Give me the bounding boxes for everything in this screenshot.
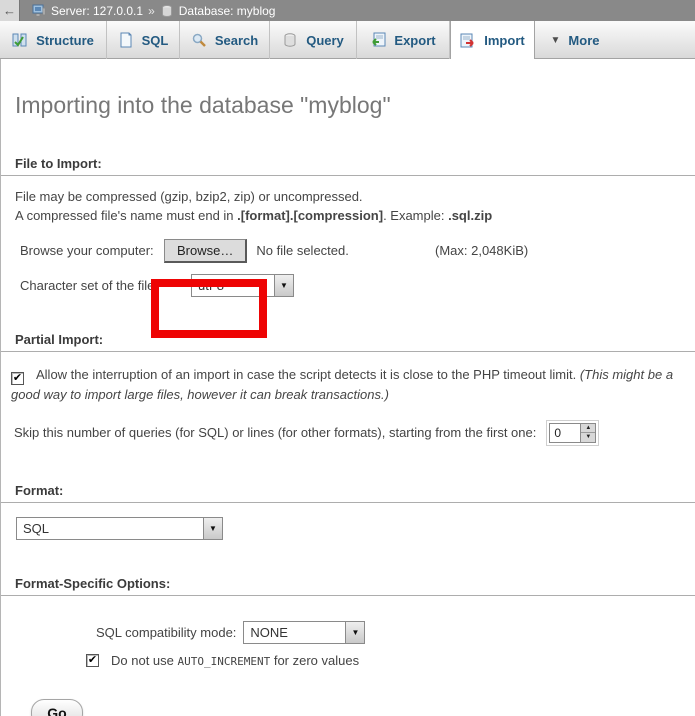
import-content: Importing into the database "myblog" Fil…	[0, 59, 695, 716]
tab-label: Query	[306, 33, 344, 48]
allow-interruption-row: ✔ Allow the interruption of an import in …	[11, 365, 687, 405]
auto-increment-code: AUTO_INCREMENT	[178, 655, 271, 668]
auto-increment-checkbox[interactable]: ✔	[86, 654, 99, 667]
spinner-down-icon[interactable]: ▼	[581, 433, 595, 442]
breadcrumb-separator: »	[148, 4, 155, 18]
allow-interruption-checkbox[interactable]: ✔	[11, 372, 24, 385]
breadcrumb: Server: 127.0.0.1 » Database: myblog	[20, 4, 275, 18]
tab-structure[interactable]: Structure	[0, 21, 107, 59]
skip-queries-label: Skip this number of queries (for SQL) or…	[14, 425, 536, 440]
tab-search[interactable]: Search	[180, 21, 270, 59]
tab-label: Import	[484, 33, 524, 48]
sql-compatibility-value: NONE	[244, 625, 345, 640]
browse-button[interactable]: Browse…	[164, 239, 247, 263]
sql-compatibility-select[interactable]: NONE ▼	[243, 621, 365, 644]
charset-select[interactable]: utf-8 ▼	[191, 274, 294, 297]
charset-select-value: utf-8	[192, 278, 274, 293]
format-row: SQL ▼	[16, 517, 695, 540]
auto-increment-label: Do not use AUTO_INCREMENT for zero value…	[111, 653, 359, 668]
tab-bar: Structure SQL Search Query Export	[0, 21, 695, 59]
format-select[interactable]: SQL ▼	[16, 517, 223, 540]
tab-label: More	[568, 33, 599, 48]
breadcrumb-bar: ← Server: 127.0.0.1 » Database: myblog	[0, 0, 695, 21]
compression-info-text: File may be compressed (gzip, bzip2, zip…	[15, 188, 695, 226]
file-to-import-heading: File to Import:	[1, 156, 695, 176]
sql-icon	[118, 32, 134, 48]
structure-icon	[12, 32, 28, 48]
back-button[interactable]: ←	[0, 0, 20, 21]
back-icon: ←	[3, 3, 16, 18]
database-icon	[160, 4, 174, 18]
spinner-up-icon[interactable]: ▲	[581, 424, 595, 434]
dropdown-arrow-icon[interactable]: ▼	[345, 622, 364, 643]
query-icon	[282, 32, 298, 48]
charset-label: Character set of the file:	[20, 278, 191, 293]
format-heading: Format:	[1, 483, 695, 503]
sql-compatibility-label: SQL compatibility mode:	[96, 625, 236, 640]
tab-import[interactable]: Import	[450, 21, 535, 60]
browse-label: Browse your computer:	[20, 243, 164, 258]
page-title: Importing into the database "myblog"	[1, 59, 695, 119]
auto-increment-row: ✔ Do not use AUTO_INCREMENT for zero val…	[86, 653, 695, 668]
server-icon	[32, 4, 46, 18]
tab-label: Export	[394, 33, 435, 48]
format-specific-options-heading: Format-Specific Options:	[1, 576, 695, 596]
search-icon	[191, 32, 207, 48]
dropdown-arrow-icon[interactable]: ▼	[274, 275, 293, 296]
sql-compatibility-row: SQL compatibility mode: NONE ▼	[96, 621, 695, 644]
partial-import-heading: Partial Import:	[1, 332, 695, 352]
format-select-value: SQL	[17, 521, 203, 536]
breadcrumb-server[interactable]: Server: 127.0.0.1	[51, 4, 143, 18]
skip-queries-value[interactable]: 0	[550, 424, 580, 442]
tab-sql[interactable]: SQL	[107, 21, 180, 59]
tab-export[interactable]: Export	[357, 21, 450, 59]
check-icon: ✔	[88, 654, 97, 666]
dropdown-arrow-icon[interactable]: ▼	[203, 518, 222, 539]
tab-more[interactable]: ▼ More	[535, 21, 615, 59]
breadcrumb-database[interactable]: Database: myblog	[179, 4, 276, 18]
tab-label: SQL	[142, 33, 169, 48]
allow-interruption-label: Allow the interruption of an import in c…	[36, 367, 580, 382]
import-icon	[460, 33, 476, 49]
skip-queries-row: Skip this number of queries (for SQL) or…	[14, 420, 695, 446]
phpmyadmin-import-page: ← Server: 127.0.0.1 » Database: myblog S…	[0, 0, 695, 716]
max-size-text: (Max: 2,048KiB)	[435, 243, 528, 258]
no-file-selected-text: No file selected.	[256, 243, 349, 258]
browse-row: Browse your computer: Browse… No file se…	[20, 239, 695, 263]
number-spinner: ▲ ▼	[580, 424, 595, 442]
export-icon	[370, 32, 386, 48]
tab-query[interactable]: Query	[270, 21, 357, 59]
check-icon: ✔	[13, 372, 22, 384]
charset-row: Character set of the file: utf-8 ▼	[20, 274, 695, 297]
skip-queries-input[interactable]: 0 ▲ ▼	[546, 420, 599, 446]
chevron-down-icon: ▼	[551, 35, 561, 46]
tab-label: Structure	[36, 33, 94, 48]
go-button[interactable]: Go	[31, 699, 83, 716]
tab-label: Search	[215, 33, 258, 48]
